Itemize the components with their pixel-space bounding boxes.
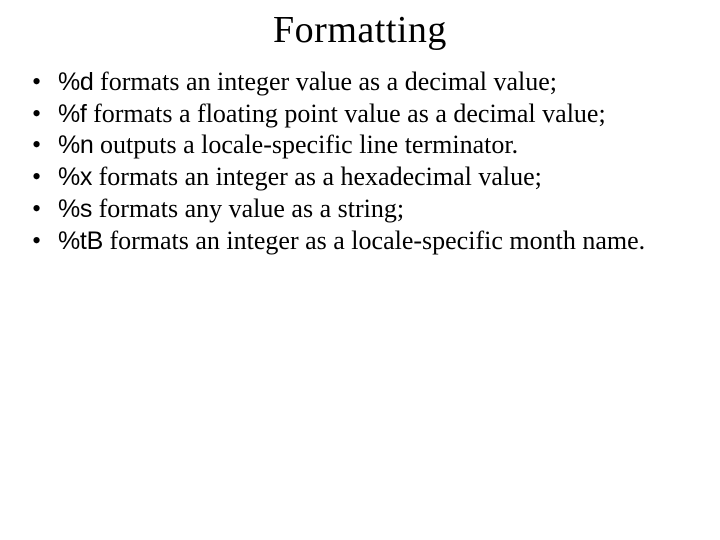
bullet-icon: • [32, 161, 58, 193]
format-code: %s [58, 195, 92, 223]
slide-title: Formatting [20, 8, 700, 52]
list-item: • %n outputs a locale-specific line term… [32, 129, 700, 161]
bullet-text: %n outputs a locale-specific line termin… [58, 129, 700, 161]
bullet-text: %f formats a floating point value as a d… [58, 98, 700, 130]
format-desc: formats an integer value as a decimal va… [94, 67, 557, 96]
bullet-icon: • [32, 98, 58, 130]
bullet-text: %tB formats an integer as a locale-speci… [58, 225, 700, 257]
format-code: %tB [58, 227, 103, 255]
format-desc: formats a floating point value as a deci… [87, 99, 606, 128]
list-item: • %x formats an integer as a hexadecimal… [32, 161, 700, 193]
format-desc: formats any value as a string; [92, 194, 404, 223]
list-item: • %d formats an integer value as a decim… [32, 66, 700, 98]
bullet-text: %s formats any value as a string; [58, 193, 700, 225]
bullet-list: • %d formats an integer value as a decim… [20, 66, 700, 256]
bullet-text: %x formats an integer as a hexadecimal v… [58, 161, 700, 193]
bullet-text: %d formats an integer value as a decimal… [58, 66, 700, 98]
slide-container: Formatting • %d formats an integer value… [0, 0, 720, 540]
bullet-icon: • [32, 66, 58, 98]
format-code: %f [58, 100, 87, 128]
list-item: • %f formats a floating point value as a… [32, 98, 700, 130]
format-code: %x [58, 163, 92, 191]
format-code: %n [58, 131, 94, 159]
list-item: • %s formats any value as a string; [32, 193, 700, 225]
bullet-icon: • [32, 225, 58, 257]
bullet-icon: • [32, 193, 58, 225]
bullet-icon: • [32, 129, 58, 161]
format-code: %d [58, 68, 94, 96]
format-desc: outputs a locale-specific line terminato… [94, 130, 519, 159]
format-desc: formats an integer as a hexadecimal valu… [92, 162, 542, 191]
list-item: • %tB formats an integer as a locale-spe… [32, 225, 700, 257]
format-desc: formats an integer as a locale-specific … [103, 226, 645, 255]
